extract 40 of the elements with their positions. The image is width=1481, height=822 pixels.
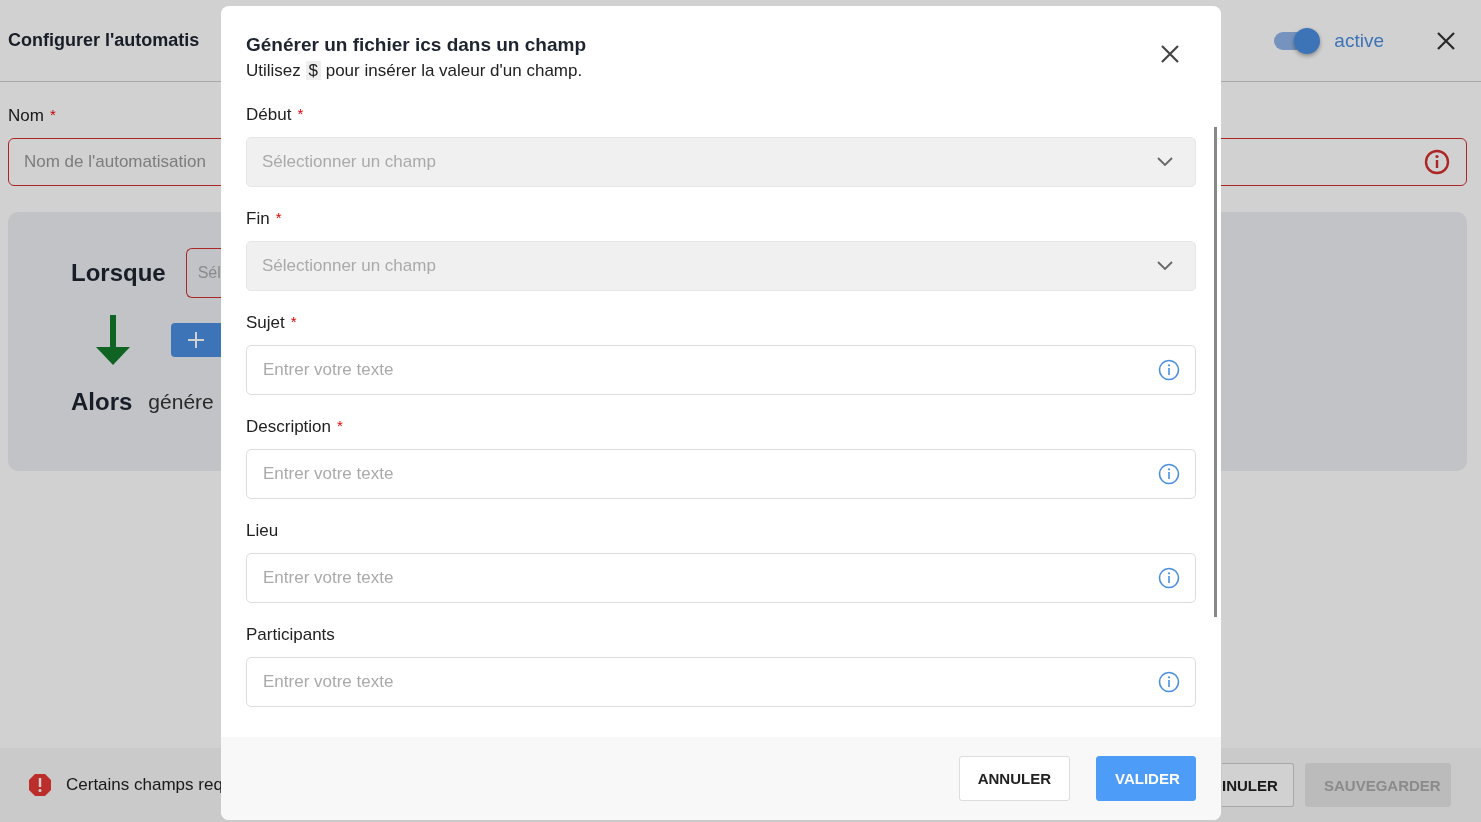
field-label: Nom [8, 106, 44, 127]
required-mark: * [275, 209, 282, 228]
text-field[interactable]: Entrer votre texte [246, 553, 1196, 603]
error-info-icon [1424, 149, 1450, 175]
field-label: Début [246, 105, 292, 126]
info-icon [1158, 671, 1180, 693]
required-mark: * [290, 313, 297, 332]
add-button[interactable] [171, 323, 221, 357]
footer-button[interactable]: INULER [1222, 763, 1294, 807]
required-mark: * [337, 417, 343, 436]
field-label: Fin [246, 209, 270, 230]
plus-icon [186, 330, 206, 350]
text-field[interactable]: Entrer votre texte [246, 449, 1196, 499]
field-label: Participants [246, 625, 335, 646]
dialog-button[interactable]: ANNULER [958, 756, 1070, 801]
down-arrow-icon [96, 315, 130, 365]
scrollbar[interactable] [1214, 127, 1217, 617]
text-field[interactable]: Entrer votre texte [246, 657, 1196, 707]
chevron-down-icon [1157, 157, 1173, 167]
page-title: Configurer l'automatis [8, 30, 200, 51]
dialog-button[interactable]: VALIDER [1096, 756, 1196, 801]
field-label: Sujet [246, 313, 285, 334]
required-mark: * [297, 105, 304, 124]
close-icon[interactable] [1160, 44, 1180, 64]
field-label: Lieu [246, 521, 279, 542]
error-icon [28, 773, 52, 797]
dialog-subtitle: Utilisez $ pour insérer la valeur d'un champ. [246, 61, 584, 81]
close-icon[interactable] [1436, 30, 1456, 51]
then-label: Alors [71, 388, 133, 416]
when-label: Lorsque [71, 259, 166, 287]
chevron-down-icon [1157, 261, 1173, 271]
info-icon [1158, 567, 1180, 589]
info-icon [1158, 463, 1180, 485]
toggle-label: active [1334, 29, 1384, 52]
required-mark: * [49, 106, 56, 125]
action-text: génére [148, 390, 214, 414]
info-icon [1158, 359, 1180, 381]
text-field[interactable]: Entrer votre texte [246, 345, 1196, 395]
dialog-title: Générer un fichier ics dans un champ [246, 34, 586, 56]
field-label: Description [246, 417, 332, 438]
